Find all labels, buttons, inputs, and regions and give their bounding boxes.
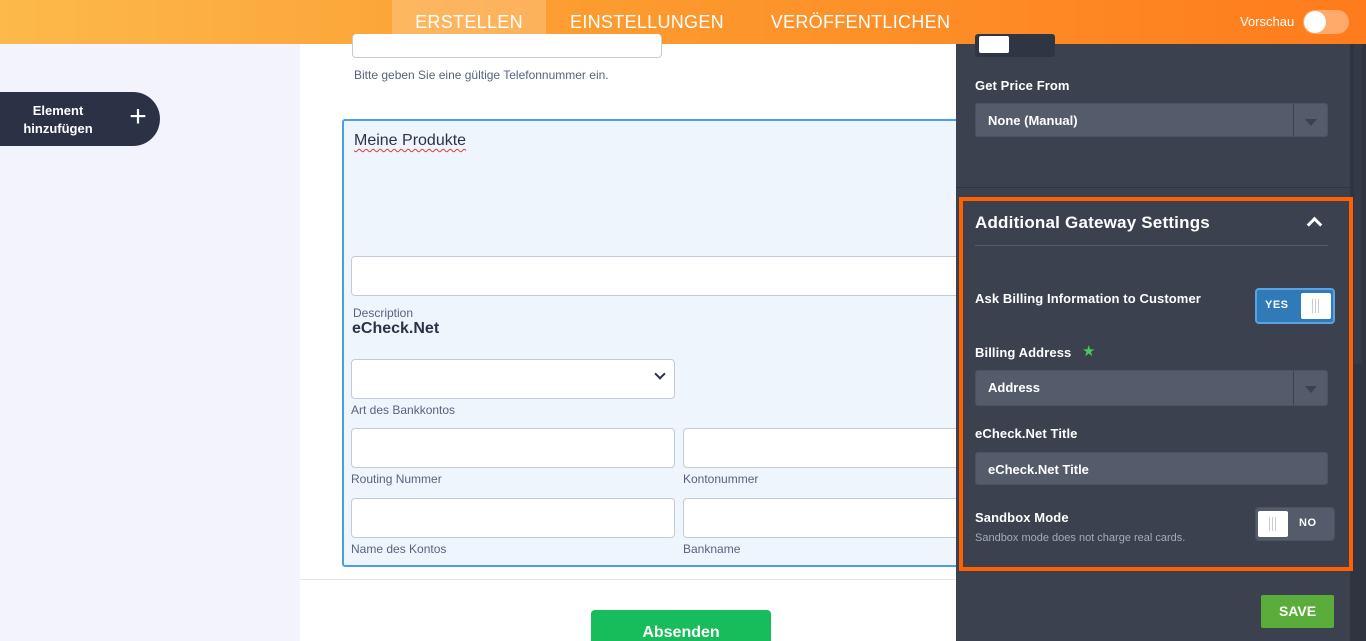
form-canvas: Bitte geben Sie eine gültige Telefonnumm… (300, 34, 991, 641)
add-element-label-line2: hinzufügen (23, 121, 93, 136)
billing-address-label: Billing Address (975, 345, 1072, 360)
chevron-up-icon[interactable] (1306, 213, 1322, 229)
previous-toggle-knob (979, 36, 1009, 53)
billing-address-value: Address (988, 380, 1041, 395)
preview-label: Vorschau (1240, 14, 1295, 29)
save-button[interactable]: SAVE (1261, 595, 1334, 628)
product-list-field[interactable]: Meine Produkte Description eCheck.Net Ar… (342, 119, 991, 567)
preview-toggle-knob (1304, 11, 1326, 33)
add-element-button[interactable]: Element hinzufügen + (0, 92, 160, 146)
sandbox-mode-toggle[interactable]: NO (1255, 507, 1335, 541)
echeck-title-input[interactable]: eCheck.Net Title (975, 452, 1328, 485)
grip-line (1312, 299, 1313, 313)
form-divider (300, 579, 960, 580)
description-label: Description (353, 306, 414, 320)
billing-info-toggle-knob (1301, 293, 1331, 319)
select-caret-box (1293, 371, 1327, 405)
routing-number-label: Routing Nummer (351, 472, 442, 486)
bank-account-type-label: Art des Bankkontos (351, 403, 456, 417)
billing-info-label: Ask Billing Information to Customer (975, 291, 1201, 306)
sandbox-mode-description: Sandbox mode does not charge real cards. (975, 532, 1186, 544)
tab-veroeffentlichen[interactable]: VERÖFFENTLICHEN (762, 0, 959, 44)
account-number-label: Kontonummer (683, 472, 759, 486)
add-element-label: Element hinzufügen (12, 102, 104, 138)
sandbox-toggle-knob (1258, 511, 1288, 537)
top-navigation-bar: ERSTELLEN EINSTELLUNGEN VERÖFFENTLICHEN … (0, 0, 1366, 44)
bank-name-input[interactable] (683, 498, 983, 538)
add-element-label-line1: Element (32, 103, 84, 118)
product-list-title: Meine Produkte (354, 132, 467, 149)
account-name-input[interactable] (351, 498, 675, 538)
bank-name-label: Bankname (683, 542, 741, 556)
grip-line (1269, 517, 1270, 531)
submit-button[interactable]: Absenden (591, 610, 771, 641)
grip-line (1318, 299, 1319, 313)
previous-toggle[interactable] (975, 34, 1055, 57)
echeck-title-label: eCheck.Net Title (975, 426, 1078, 441)
caret-down-icon (1305, 386, 1317, 393)
billing-address-select[interactable]: Address (975, 370, 1328, 406)
grip-line (1275, 517, 1276, 531)
panel-separator (956, 187, 1350, 188)
get-price-from-select[interactable]: None (Manual) (975, 103, 1328, 137)
routing-number-input[interactable] (351, 428, 675, 468)
sandbox-mode-label: Sandbox Mode (975, 510, 1069, 525)
grip-line (1272, 517, 1273, 531)
caret-down-icon (1305, 119, 1317, 126)
grip-line (1315, 299, 1316, 313)
bank-account-type-select[interactable] (351, 359, 675, 399)
billing-info-toggle-text: YES (1265, 299, 1289, 311)
phone-input[interactable] (352, 34, 662, 58)
billing-info-toggle[interactable]: YES (1255, 288, 1335, 324)
star-icon: ★ (1082, 343, 1096, 360)
account-name-label: Name des Kontos (351, 542, 447, 556)
phone-hint-text: Bitte geben Sie eine gültige Telefonnumm… (354, 68, 609, 82)
gateway-title-divider (975, 245, 1328, 246)
get-price-from-value: None (Manual) (988, 113, 1078, 128)
plus-icon: + (129, 100, 147, 133)
preview-toggle[interactable] (1303, 10, 1349, 34)
select-caret-box (1293, 104, 1327, 136)
echeck-title-value: eCheck.Net Title (988, 462, 1089, 477)
chevron-down-icon (654, 368, 666, 380)
echeck-heading: eCheck.Net (352, 320, 440, 337)
gateway-settings-title: Additional Gateway Settings (975, 213, 1210, 232)
sandbox-toggle-text: NO (1299, 517, 1317, 529)
description-input[interactable] (351, 256, 991, 296)
panel-scrollbar-thumb[interactable] (1354, 44, 1362, 364)
get-price-from-label: Get Price From (975, 78, 1070, 93)
account-number-input[interactable] (683, 428, 983, 468)
